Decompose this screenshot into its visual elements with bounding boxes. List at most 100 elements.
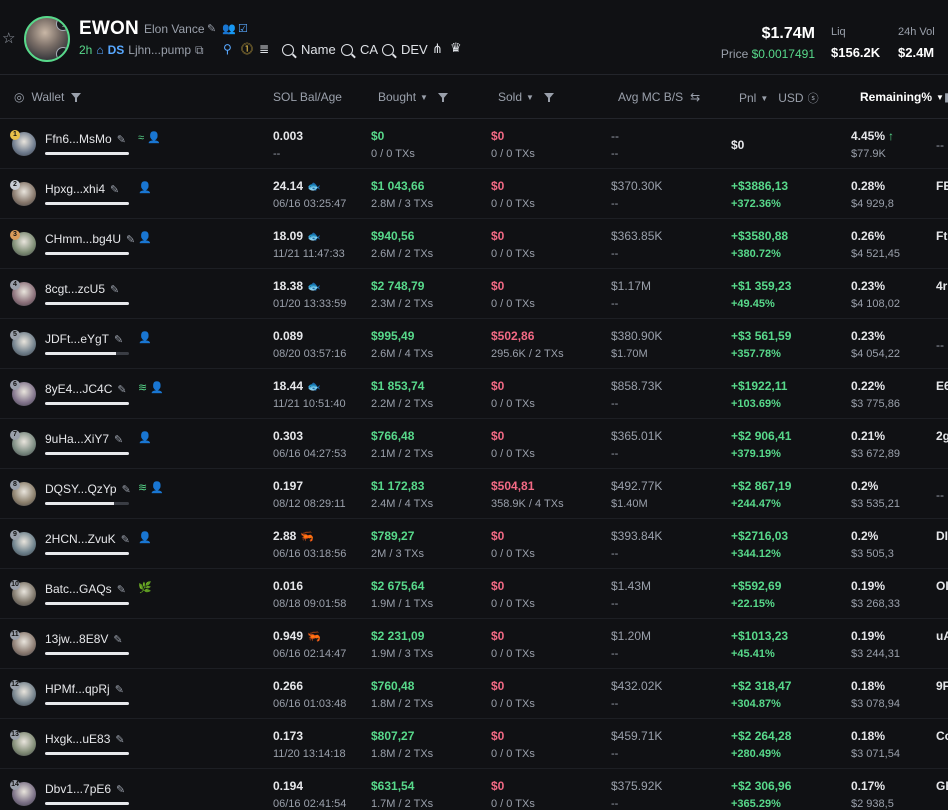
table-row[interactable]: 2 Hpxg...xhi4 ✎ 👤 24.14 🐟 06/16 03:25:47 $… xyxy=(0,169,948,219)
search-dev-button[interactable]: DEV xyxy=(382,42,428,57)
wallet-address[interactable]: 8yE4...JC4C ✎ xyxy=(45,382,127,396)
edit-pencil-icon[interactable]: ✎ xyxy=(115,683,124,696)
edit-pencil-icon[interactable]: ✎ xyxy=(207,23,216,35)
currency-toggle-icon[interactable]: ⓢ xyxy=(808,90,819,106)
table-row[interactable]: 7 9uHa...XiY7 ✎ 👤 0.303 06/16 04:27:53 $7… xyxy=(0,419,948,469)
wallet-address[interactable]: 8cgt...zcU5 ✎ xyxy=(45,282,119,296)
edit-pencil-icon[interactable]: ✎ xyxy=(116,783,125,796)
edit-pencil-icon[interactable]: ✎ xyxy=(113,633,122,646)
user-icon[interactable]: ⚲ xyxy=(223,43,232,55)
col-pnl[interactable]: Pnl ▼ USD ⓢ xyxy=(739,90,819,106)
extra-column: FE xyxy=(936,179,948,193)
wallet-address[interactable]: CHmm...bg4U ✎ xyxy=(45,232,135,246)
alert-icon[interactable]: ⓵ xyxy=(241,43,253,55)
wallet-address[interactable]: Hxgk...uE83 ✎ xyxy=(45,732,125,746)
table-row[interactable]: 11 13jw...8E8V ✎ 0.949 🦐 06/16 02:14:47 $2… xyxy=(0,619,948,669)
col-remaining[interactable]: Remaining% ▼ xyxy=(860,90,944,104)
bought-usd: $789,27 xyxy=(371,529,415,543)
copy-icon[interactable]: ⧉ xyxy=(195,43,204,58)
edit-pencil-icon[interactable]: ✎ xyxy=(110,283,119,296)
edit-pencil-icon[interactable]: ✎ xyxy=(117,383,126,396)
table-row[interactable]: 4 8cgt...zcU5 ✎ 18.38 🐟 01/20 13:33:59 $2 … xyxy=(0,269,948,319)
filter-icon[interactable] xyxy=(71,92,82,102)
edit-pencil-icon[interactable]: ✎ xyxy=(114,333,123,346)
edit-pencil-icon[interactable]: ✎ xyxy=(126,233,135,246)
share-icon[interactable]: ⋔ xyxy=(432,42,443,55)
col-usd-toggle[interactable]: USD xyxy=(778,91,803,105)
col-avg-mc[interactable]: Avg MC B/S ⇆ xyxy=(618,90,700,104)
sort-caret-icon[interactable]: ▼ xyxy=(936,93,944,102)
menu-circle-icon[interactable]: ≣ xyxy=(259,43,269,55)
table-row[interactable]: 13 Hxgk...uE83 ✎ 0.173 11/20 13:14:18 $80… xyxy=(0,719,948,769)
filter-icon[interactable] xyxy=(437,92,448,102)
table-row[interactable]: 9 2HCN...ZvuK ✎ 👤 2.88 🦐 06/16 03:18:56 $7… xyxy=(0,519,948,569)
sold-usd: $0 xyxy=(491,729,505,743)
favorite-star-icon[interactable]: ☆ xyxy=(2,31,18,47)
pnl-percent: +244.47% xyxy=(731,498,781,510)
wallet-address[interactable]: Batc...GAQs ✎ xyxy=(45,582,126,596)
bought-usd: $1 853,74 xyxy=(371,379,425,393)
wallet-address[interactable]: 2HCN...ZvuK ✎ xyxy=(45,532,130,546)
remaining-usd: $4 108,02 xyxy=(851,298,900,310)
search-name-button[interactable]: Name xyxy=(282,42,336,57)
remaining-percent-text: 4.45% xyxy=(851,129,886,143)
table-row[interactable]: 6 8yE4...JC4C ✎ ≋ 👤 18.44 🐟 11/21 10:51:40… xyxy=(0,369,948,419)
extra-column: E6 xyxy=(936,379,948,393)
col-sold[interactable]: Sold ▼ xyxy=(498,90,554,104)
wallet-address-text: Dbv1...7pE6 xyxy=(45,782,112,796)
table-row[interactable]: 1 Ffn6...MsMo ✎ ≈ 👤 0.003 -- $0 0 / 0 TXs… xyxy=(0,119,948,169)
crown-icon[interactable]: ♛ xyxy=(450,41,462,54)
wallet-address[interactable]: JDFt...eYgT ✎ xyxy=(45,332,123,346)
table-row[interactable]: 14 Dbv1...7pE6 ✎ 0.194 06/16 02:41:54 $63… xyxy=(0,769,948,810)
sold-usd: $0 xyxy=(491,229,505,243)
col-bought[interactable]: Bought ▼ xyxy=(378,90,448,104)
col-sol-bal[interactable]: SOL Bal/Age xyxy=(273,90,342,104)
filter-icon[interactable] xyxy=(543,92,554,102)
wallet-address[interactable]: Dbv1...7pE6 ✎ xyxy=(45,782,125,796)
wallet-tags-icon: 👤 xyxy=(138,332,152,344)
edit-pencil-icon[interactable]: ✎ xyxy=(110,183,119,196)
remaining-percent-text: 0.2% xyxy=(851,479,879,493)
edit-pencil-icon[interactable]: ✎ xyxy=(114,433,123,446)
table-row[interactable]: 12 HPMf...qpRj ✎ 0.266 06/16 01:03:48 $76… xyxy=(0,669,948,719)
edit-pencil-icon[interactable]: ✎ xyxy=(122,483,131,496)
contract-address[interactable]: Ljhn...pump xyxy=(128,43,191,57)
swap-arrows-icon[interactable]: ⇆ xyxy=(690,90,700,104)
search-ca-button[interactable]: CA xyxy=(341,42,378,57)
edit-pencil-icon[interactable]: ✎ xyxy=(121,533,130,546)
table-row[interactable]: 10 Batc...GAQs ✎ 🌿 0.016 08/18 09:01:58 $… xyxy=(0,569,948,619)
edit-pencil-icon[interactable]: ✎ xyxy=(115,733,124,746)
pnl-usd: +$1013,23 xyxy=(731,629,789,643)
table-row[interactable]: 8 DQSY...QzYp ✎ ≋ 👤 0.197 08/12 08:29:11 … xyxy=(0,469,948,519)
token-name: Elon Vance xyxy=(144,22,205,36)
wallet-address[interactable]: Hpxg...xhi4 ✎ xyxy=(45,182,119,196)
bought-txs: 2M / 3 TXs xyxy=(371,548,424,560)
sol-balance-text: 0.173 xyxy=(273,729,304,743)
bought-txs: 1.8M / 2 TXs xyxy=(371,698,434,710)
sort-caret-icon[interactable]: ▼ xyxy=(420,93,428,102)
wallet-address[interactable]: Ffn6...MsMo ✎ xyxy=(45,132,126,146)
balance-bar xyxy=(45,652,129,655)
table-row[interactable]: 3 CHmm...bg4U ✎ 👤 18.09 🐟 11/21 11:47:33 $… xyxy=(0,219,948,269)
sort-caret-icon[interactable]: ▼ xyxy=(760,94,768,103)
wallet-avatar: 14 xyxy=(10,780,36,806)
wallet-address-text: CHmm...bg4U xyxy=(45,232,122,246)
edit-pencil-icon[interactable]: ✎ xyxy=(117,583,126,596)
table-row[interactable]: 5 JDFt...eYgT ✎ 👤 0.089 08/20 03:57:16 $9… xyxy=(0,319,948,369)
sold-txs: 0 / 0 TXs xyxy=(491,198,535,210)
edit-pencil-icon[interactable]: ✎ xyxy=(117,133,126,146)
bought-usd: $631,54 xyxy=(371,779,415,793)
home-icon[interactable]: ⌂ xyxy=(96,43,103,57)
avg-mc-buy: $363.85K xyxy=(611,229,663,243)
wallet-address[interactable]: DQSY...QzYp ✎ xyxy=(45,482,131,496)
col-extra[interactable]: ▮ xyxy=(944,90,948,104)
sol-balance-text: 0.016 xyxy=(273,579,304,593)
col-wallet[interactable]: ◎ Wallet xyxy=(14,90,82,104)
sold-usd: $0 xyxy=(491,429,505,443)
wallet-address[interactable]: HPMf...qpRj ✎ xyxy=(45,682,124,696)
dexscreener-link[interactable]: DS xyxy=(108,43,125,57)
sort-caret-icon[interactable]: ▼ xyxy=(526,93,534,102)
wallet-address[interactable]: 9uHa...XiY7 ✎ xyxy=(45,432,123,446)
bought-usd: $0 xyxy=(371,129,385,143)
wallet-address[interactable]: 13jw...8E8V ✎ xyxy=(45,632,123,646)
